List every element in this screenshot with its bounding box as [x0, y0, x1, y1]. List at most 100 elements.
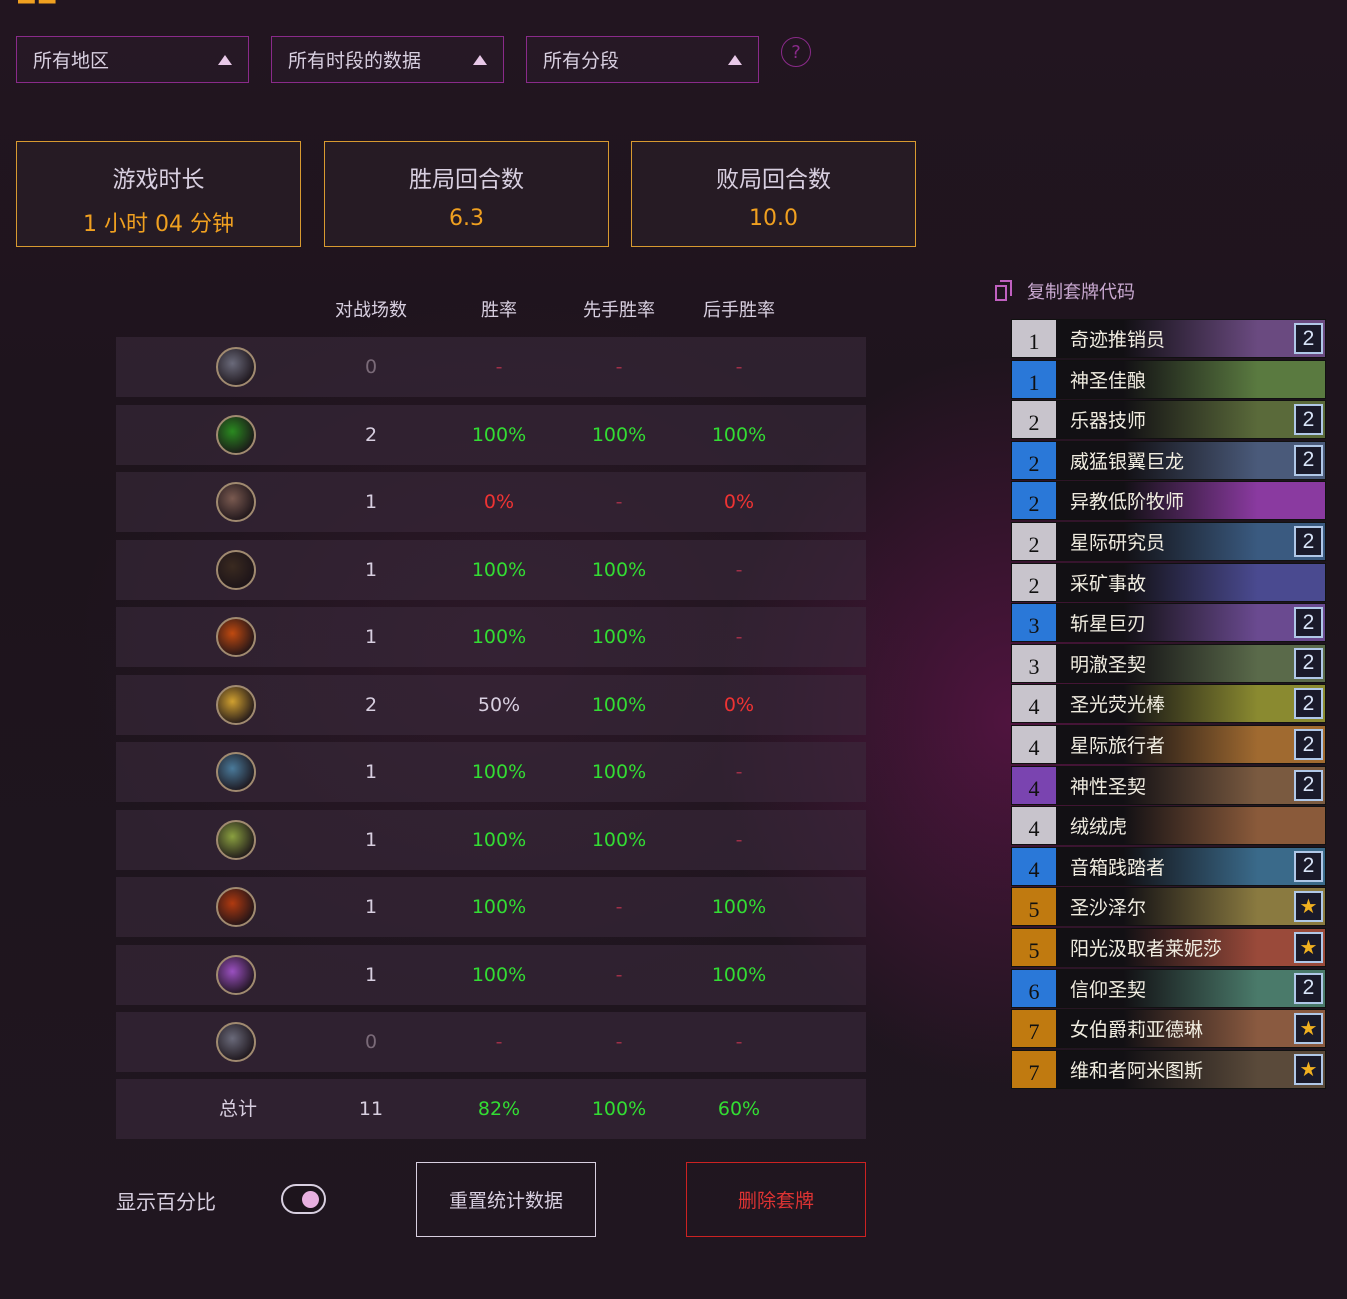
deck-card[interactable]: 5 圣沙泽尔 ★ — [1011, 887, 1326, 927]
stat-value: 1 小时 04 分钟 — [83, 212, 234, 237]
deck-card[interactable]: 4 神性圣契 2 — [1011, 765, 1326, 805]
mage-icon — [216, 617, 256, 657]
deck-card[interactable]: 3 明澈圣契 2 — [1011, 643, 1326, 683]
deck-card[interactable]: 1 神圣佳酿 — [1011, 359, 1326, 399]
card-tile: 星际旅行者 2 — [1056, 726, 1325, 763]
table-total-row: 总计 11 82% 100% 60% — [116, 1079, 866, 1139]
deck-card[interactable]: 7 维和者阿米图斯 ★ — [1011, 1049, 1326, 1089]
header-games: 对战场数 — [335, 300, 407, 321]
deck-card[interactable]: 4 音箱践踏者 2 — [1011, 846, 1326, 886]
table-row: 1 100% 100% - — [116, 607, 866, 667]
stat-win-turns: 胜局回合数 6.3 — [324, 141, 609, 247]
table-row: 1 100% - 100% — [116, 944, 866, 1005]
total-first-winrate: 100% — [591, 1098, 647, 1120]
card-tile: 神性圣契 2 — [1056, 766, 1325, 804]
table-row: 1 100% 100% - — [116, 539, 866, 600]
deck-card[interactable]: 2 乐器技师 2 — [1011, 400, 1326, 440]
time-filter[interactable]: 所有时段的数据 — [271, 36, 504, 83]
table-row: 0 - - - — [116, 337, 866, 397]
card-cost: 2 — [1012, 401, 1056, 439]
copy-deck-code-button[interactable]: 复制套牌代码 — [995, 278, 1135, 304]
region-filter[interactable]: 所有地区 — [16, 36, 249, 83]
row-second-winrate: 100% — [711, 963, 767, 986]
region-filter-value: 所有地区 — [33, 50, 110, 72]
card-name: 奇迹推销员 — [1070, 329, 1166, 351]
row-second-winrate: 0% — [723, 693, 755, 716]
total-label: 总计 — [218, 1098, 257, 1120]
row-winrate: - — [495, 356, 503, 378]
card-tile: 圣沙泽尔 ★ — [1056, 888, 1325, 926]
card-cost: 4 — [1012, 685, 1056, 723]
row-second-winrate: 100% — [711, 423, 767, 446]
card-count: 2 — [1294, 444, 1323, 476]
deck-card[interactable]: 1 奇迹推销员 2 — [1011, 319, 1326, 358]
card-name: 明澈圣契 — [1070, 653, 1147, 676]
table-row: 2 100% 100% 100% — [116, 404, 866, 465]
death-knight-icon — [216, 347, 256, 387]
page-title-peek: ▬▬ — [16, 0, 80, 6]
card-name: 威猛银翼巨龙 — [1070, 450, 1185, 473]
row-winrate: 100% — [471, 626, 527, 648]
card-count: 2 — [1294, 647, 1323, 679]
delete-deck-button[interactable]: 删除套牌 — [686, 1162, 866, 1237]
deck-card[interactable]: 7 女伯爵莉亚德琳 ★ — [1011, 1009, 1326, 1049]
card-count: 2 — [1294, 526, 1323, 557]
stat-loss-turns: 败局回合数 10.0 — [631, 141, 916, 247]
card-count: 2 — [1294, 769, 1323, 801]
card-name: 神圣佳酿 — [1070, 369, 1147, 392]
deck-card[interactable]: 4 圣光荧光棒 2 — [1011, 684, 1326, 724]
deck-card[interactable]: 6 信仰圣契 2 — [1011, 968, 1326, 1008]
deck-card[interactable]: 2 采矿事故 — [1011, 562, 1326, 602]
toggle-knob — [302, 1191, 319, 1208]
card-cost: 1 — [1012, 320, 1056, 357]
hunter-icon — [216, 549, 256, 590]
deck-card[interactable]: 2 威猛银翼巨龙 2 — [1011, 440, 1326, 480]
row-first-winrate: - — [615, 896, 623, 918]
row-games: 2 — [364, 423, 378, 446]
card-name: 圣光荧光棒 — [1070, 694, 1166, 717]
card-cost: 3 — [1012, 644, 1056, 682]
card-tile: 圣光荧光棒 2 — [1056, 685, 1325, 723]
row-winrate: 0% — [483, 491, 515, 513]
row-second-winrate: - — [735, 356, 743, 378]
table-row: 1 100% - 100% — [116, 877, 866, 937]
row-games: 1 — [364, 761, 378, 783]
help-icon[interactable]: ? — [781, 37, 811, 67]
deck-card[interactable]: 2 异教低阶牧师 — [1011, 481, 1326, 521]
card-name: 阳光汲取者莱妮莎 — [1070, 938, 1223, 960]
deck-card[interactable]: 5 阳光汲取者莱妮莎 ★ — [1011, 928, 1326, 967]
row-winrate: 100% — [471, 828, 527, 851]
header-second-winrate: 后手胜率 — [703, 300, 775, 321]
row-winrate: 100% — [471, 963, 527, 986]
rank-filter[interactable]: 所有分段 — [526, 36, 759, 83]
total-winrate: 82% — [477, 1098, 521, 1120]
card-cost: 4 — [1012, 766, 1056, 804]
stat-value: 6.3 — [449, 206, 484, 231]
row-winrate: 50% — [477, 693, 521, 716]
deck-card[interactable]: 4 星际旅行者 2 — [1011, 725, 1326, 764]
deck-card[interactable]: 3 斩星巨刃 2 — [1011, 603, 1326, 643]
stat-label: 败局回合数 — [716, 167, 831, 193]
card-cost: 7 — [1012, 1010, 1056, 1048]
row-winrate: 100% — [471, 896, 527, 918]
header-winrate: 胜率 — [481, 300, 517, 321]
row-winrate: - — [495, 1031, 503, 1053]
card-cost: 5 — [1012, 929, 1056, 966]
demon-hunter-icon — [216, 414, 256, 455]
card-name: 绒绒虎 — [1070, 816, 1128, 839]
rogue-icon — [216, 819, 256, 860]
row-games: 1 — [364, 626, 378, 648]
reset-stats-button[interactable]: 重置统计数据 — [416, 1162, 596, 1237]
deck-card[interactable]: 4 绒绒虎 — [1011, 806, 1326, 846]
card-tile: 信仰圣契 2 — [1056, 969, 1325, 1007]
warrior-icon — [216, 1022, 256, 1062]
card-tile: 奇迹推销员 2 — [1056, 320, 1325, 357]
show-percent-toggle[interactable] — [281, 1184, 326, 1214]
deck-card[interactable]: 2 星际研究员 2 — [1011, 522, 1326, 561]
table-row: 1 100% 100% - — [116, 742, 866, 802]
card-name: 女伯爵莉亚德琳 — [1070, 1019, 1204, 1042]
shaman-icon — [216, 887, 256, 927]
row-winrate: 100% — [471, 761, 527, 783]
druid-icon — [216, 482, 256, 522]
legendary-star-icon: ★ — [1294, 1013, 1323, 1045]
